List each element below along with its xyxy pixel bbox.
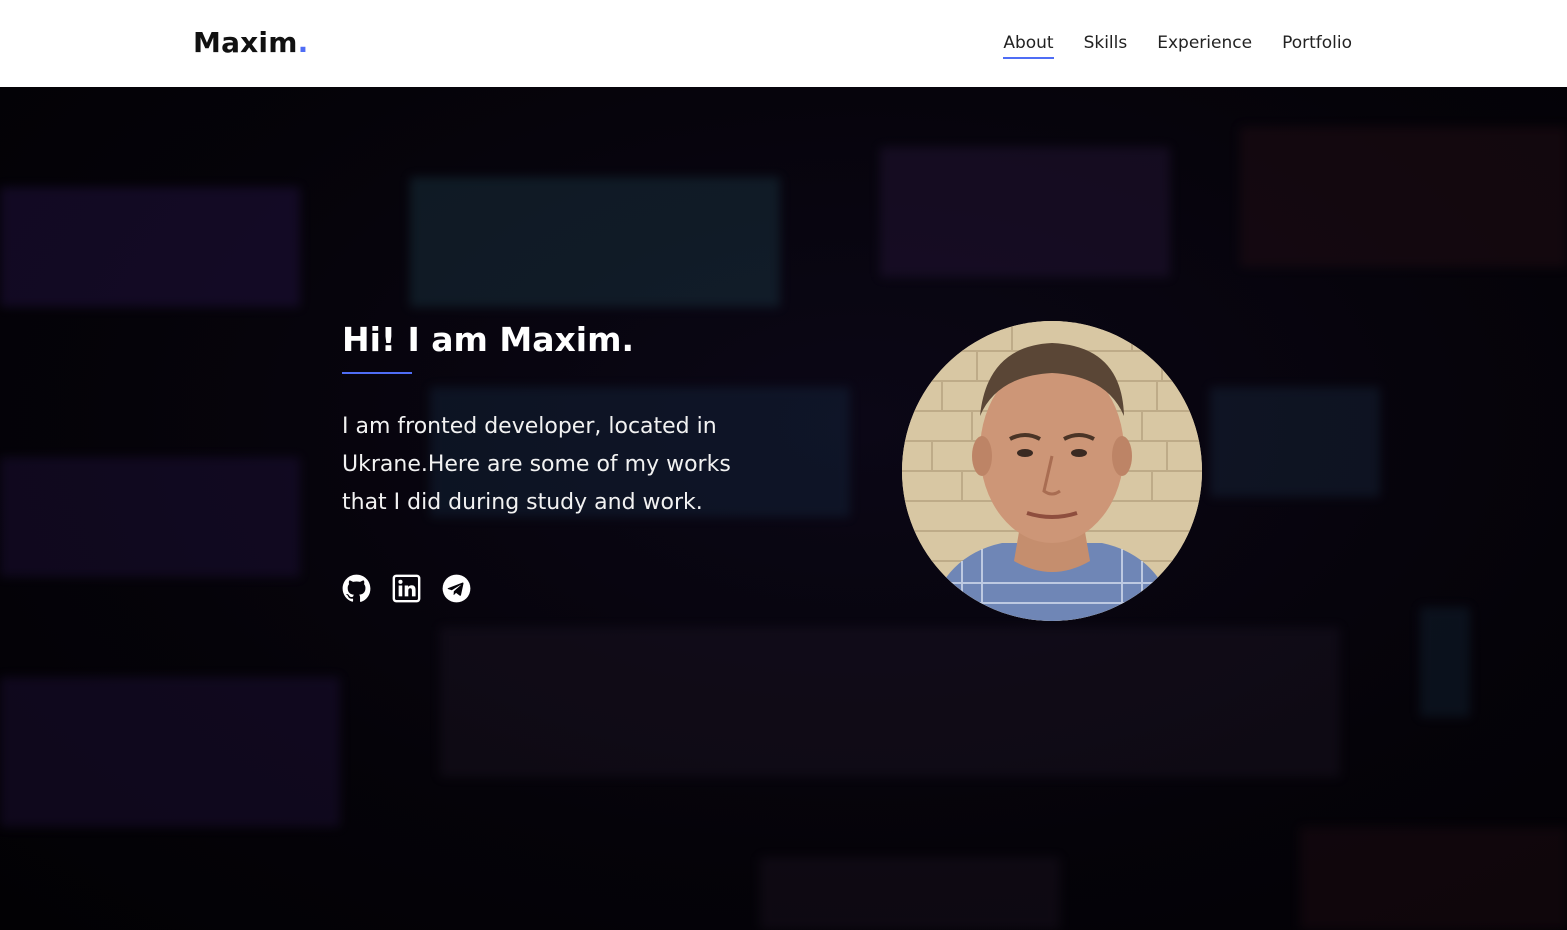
- github-icon: [342, 574, 371, 602]
- social-links: [342, 574, 822, 603]
- github-link[interactable]: [342, 574, 371, 603]
- hero-description: I am fronted developer, located in Ukran…: [342, 414, 731, 515]
- title-underline: [342, 372, 412, 374]
- nav-item-portfolio[interactable]: Portfolio: [1282, 31, 1352, 57]
- hero-section: Hi! I am Maxim. I am fronted developer, …: [0, 87, 1567, 930]
- logo-name: Maxim: [193, 26, 298, 59]
- logo-dot: .: [297, 26, 309, 59]
- nav-item-experience[interactable]: Experience: [1157, 31, 1252, 57]
- logo[interactable]: Maxim.: [193, 26, 308, 60]
- linkedin-icon: [392, 574, 421, 603]
- main-nav: About Skills Experience Portfolio: [1003, 31, 1352, 59]
- hero-title: Hi! I am Maxim.: [342, 320, 635, 359]
- hero-intro: Hi! I am Maxim. I am fronted developer, …: [342, 320, 822, 603]
- profile-photo: [902, 321, 1202, 621]
- nav-item-about[interactable]: About: [1003, 31, 1054, 59]
- linkedin-link[interactable]: [392, 574, 421, 603]
- site-header: Maxim. About Skills Experience Portfolio: [0, 0, 1567, 87]
- nav-item-skills[interactable]: Skills: [1084, 31, 1128, 57]
- telegram-link[interactable]: [442, 574, 471, 603]
- telegram-icon: [442, 574, 471, 603]
